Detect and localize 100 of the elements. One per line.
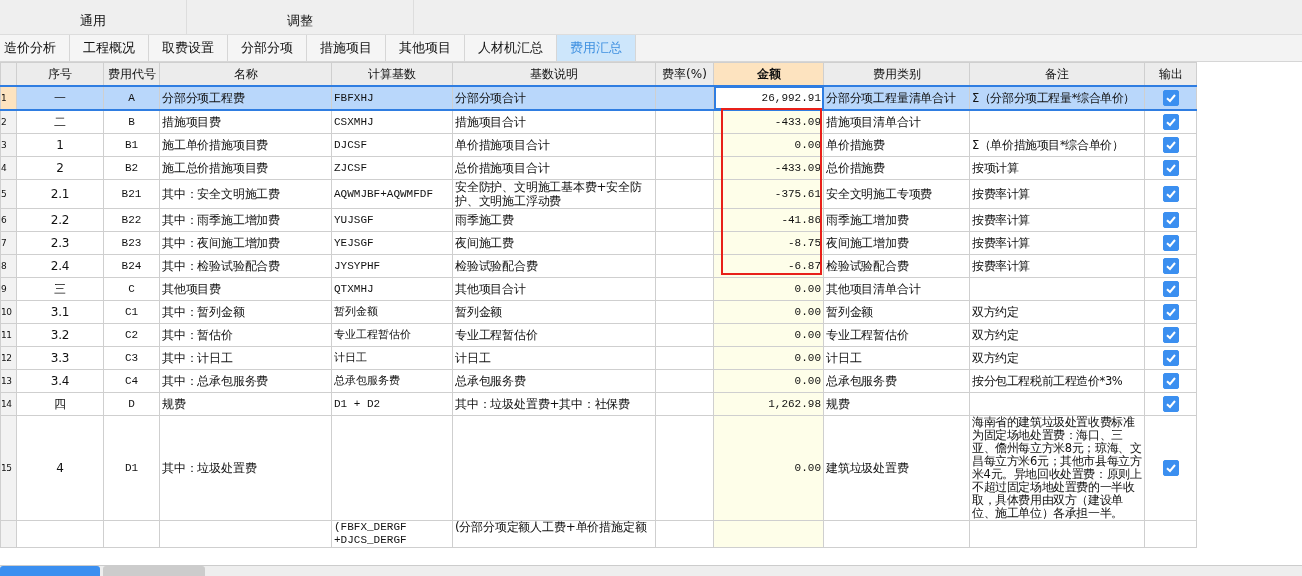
column-header[interactable]: 计算基数 [331, 62, 453, 86]
table-cell: 0.00 [794, 352, 821, 364]
column-header[interactable]: 费用类别 [823, 62, 970, 86]
table-cell: 总承包服务费 [826, 374, 897, 388]
table-cell: 其他项目费 [162, 282, 221, 296]
column-header[interactable]: 序号 [16, 62, 104, 86]
table-cell: 2.4 [50, 259, 70, 273]
table-cell: B22 [121, 214, 142, 226]
table-cell: 四 [54, 397, 66, 411]
column-header[interactable]: 备注 [969, 62, 1145, 86]
table-cell: 专业工程暂估价 [334, 329, 411, 341]
table-cell: 分部分项合计 [455, 91, 526, 105]
table-cell: C3 [124, 352, 139, 364]
output-checkbox[interactable] [1162, 258, 1179, 274]
output-checkbox[interactable] [1162, 186, 1179, 202]
table-cell: 计日工 [826, 351, 862, 365]
table-cell: 二 [54, 115, 66, 129]
column-header[interactable]: 费用代号 [103, 62, 160, 86]
output-checkbox[interactable] [1162, 90, 1179, 106]
table-cell: 3.3 [50, 351, 70, 365]
column-header[interactable]: 金额 [713, 62, 824, 86]
table-cell: D1 [124, 462, 139, 474]
table-cell: 2.1 [50, 187, 70, 201]
output-checkbox[interactable] [1162, 350, 1179, 366]
table-cell: 夜间施工增加费 [826, 236, 909, 250]
table-cell: Σ（单价措施项目*综合单价） [972, 137, 1124, 152]
table-cell: 措施项目清单合计 [826, 115, 921, 129]
table-cell: D1 + D2 [334, 398, 381, 410]
table-cell: 总价措施项目合计 [455, 161, 550, 175]
table-cell: 其他项目合计 [455, 282, 526, 296]
output-checkbox[interactable] [1162, 160, 1179, 176]
table-cell: 按费率计算 [972, 258, 1030, 273]
table-cell: 施工单价措施项目费 [162, 138, 269, 152]
table-cell: 雨季施工增加费 [826, 213, 909, 227]
table-cell: 分部分项工程费 [162, 91, 245, 105]
output-checkbox[interactable] [1162, 396, 1179, 412]
row-number: 15 [1, 463, 12, 473]
table-cell: 0.00 [794, 329, 821, 341]
table-cell: 其中：计日工 [162, 351, 233, 365]
table-cell: 其他项目清单合计 [826, 282, 921, 296]
row-number: 1 [1, 93, 7, 103]
output-checkbox[interactable] [1162, 327, 1179, 343]
column-header[interactable]: 费率(%) [655, 62, 714, 86]
table-cell: 专业工程暂估价 [455, 328, 538, 342]
output-checkbox[interactable] [1162, 235, 1179, 251]
output-checkbox[interactable] [1162, 137, 1179, 153]
table-cell: 其中：安全文明施工费 [162, 187, 280, 201]
table-cell: 安全文明施工专项费 [826, 187, 933, 201]
row-number: 7 [1, 238, 7, 248]
table-cell: DJCSF [334, 139, 367, 151]
table-cell: A [128, 92, 135, 104]
table-cell: 按费率计算 [972, 212, 1030, 227]
table-cell: C [128, 283, 135, 295]
table-cell: YEJSGF [334, 237, 374, 249]
ribbon-group-label: 通用 [80, 12, 106, 30]
ribbon-group-label: 调整 [287, 12, 313, 30]
output-checkbox[interactable] [1162, 212, 1179, 228]
table-cell: CSXMHJ [334, 116, 374, 128]
output-checkbox[interactable] [1162, 460, 1179, 476]
table-cell: D [128, 398, 135, 410]
table-cell: 夜间施工费 [455, 236, 514, 250]
table-cell: 其中：垃圾处置费+其中：社保费 [455, 397, 631, 411]
output-checkbox[interactable] [1162, 281, 1179, 297]
table-cell: C4 [124, 375, 139, 387]
table-cell: B1 [124, 139, 139, 151]
table-cell: 双方约定 [972, 350, 1019, 365]
table-cell: 措施项目费 [162, 115, 221, 129]
table-cell: 检验试验配合费 [826, 259, 909, 273]
table-cell: B24 [121, 260, 142, 272]
table-cell: 计日工 [455, 351, 491, 365]
output-checkbox[interactable] [1162, 114, 1179, 130]
row-number: 13 [1, 376, 12, 386]
row-number: 9 [1, 284, 7, 294]
table-cell: B23 [121, 237, 142, 249]
table-cell: 总承包服务费 [334, 375, 400, 387]
table-cell: 其中：暂列金额 [162, 305, 245, 319]
table-cell: 按费率计算 [972, 235, 1030, 250]
table-cell: 按费率计算 [972, 186, 1030, 201]
table-cell: -6.87 [788, 260, 821, 272]
row-number: 8 [1, 261, 7, 271]
output-checkbox[interactable] [1162, 373, 1179, 389]
column-header[interactable]: 输出 [1144, 62, 1197, 86]
output-checkbox[interactable] [1162, 304, 1179, 320]
table-cell: 暂列金额 [455, 305, 503, 319]
table-cell: 1,262.98 [768, 398, 821, 410]
table-cell: (分部分项定额人工费+单价措施定额 [455, 521, 647, 534]
table-cell: AQWMJBF+AQWMFDF [334, 188, 434, 200]
column-header[interactable]: 名称 [159, 62, 332, 86]
table-cell: 2 [56, 161, 64, 175]
table-cell: ZJCSF [334, 162, 367, 174]
row-number: 12 [1, 353, 12, 363]
table-cell: 其中：检验试验配合费 [162, 259, 280, 273]
row-number: 2 [1, 117, 7, 127]
table-cell: 26,992.91 [761, 92, 821, 104]
column-header[interactable]: 基数说明 [452, 62, 656, 86]
table-cell: 其中：暂估价 [162, 328, 233, 342]
table-cell: 按分包工程税前工程造价*3% [972, 373, 1123, 388]
table-cell: B [128, 116, 135, 128]
table-cell: 按项计算 [972, 160, 1019, 175]
table-cell: 暂列金额 [826, 305, 874, 319]
